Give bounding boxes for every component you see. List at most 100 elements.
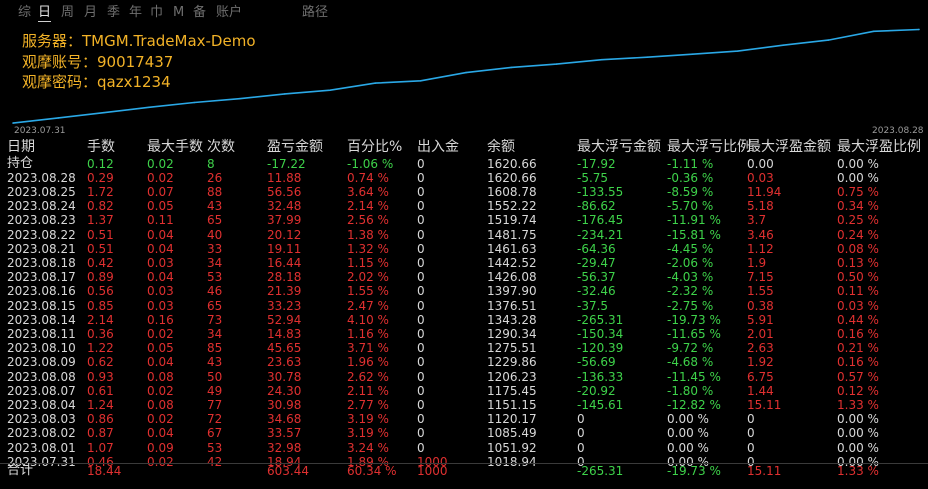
header-mfl[interactable]: 最大浮亏金额 [577, 138, 661, 157]
cell-mflp: -19.73 % [667, 464, 721, 478]
tab-0[interactable]: 综 [18, 5, 31, 21]
cell-maxlots: 0.03 [147, 255, 174, 270]
balance-point [872, 30, 875, 33]
cell-count: 73 [207, 312, 223, 327]
cell-bal: 1481.75 [487, 227, 537, 242]
header-bal[interactable]: 余额 [487, 138, 515, 157]
table-row[interactable]: 2023.08.24 0.82 0.05 43 32.48 2.14 % 0 1552.22 -… [0, 199, 928, 213]
table-row[interactable]: 2023.08.15 0.85 0.03 65 33.23 2.47 % 0 1376.51 -… [0, 299, 928, 313]
balance-point [193, 101, 195, 104]
tab-4[interactable]: 季 [107, 5, 120, 21]
cell-count: 85 [207, 341, 223, 356]
table-row[interactable]: 2023.08.16 0.56 0.03 46 21.39 1.55 % 0 1397.90 -… [0, 284, 928, 298]
table-row[interactable]: 2023.08.28 0.29 0.02 26 11.88 0.74 % 0 1620.66 -… [0, 171, 928, 185]
table-row[interactable]: 2023.08.03 0.86 0.02 72 34.68 3.19 % 0 1120.17 0… [0, 412, 928, 426]
table-row[interactable]: 2023.08.21 0.51 0.04 33 19.11 1.32 % 0 1461.63 -… [0, 242, 928, 256]
cell-io: 0 [417, 298, 425, 313]
tab-5[interactable]: 年 [129, 5, 142, 21]
tab-6[interactable]: 巾 [150, 5, 163, 21]
cell-mfl: -136.33 [577, 369, 624, 384]
cell-lots: 2.14 [87, 312, 114, 327]
tab-2[interactable]: 周 [61, 5, 74, 21]
cell-lots: 18.44 [87, 464, 122, 478]
cell-maxlots: 0.02 [147, 170, 174, 185]
cell-date: 合计 [7, 463, 34, 478]
cell-mfgp: 0.00 % [837, 426, 879, 441]
cell-io: 0 [417, 170, 425, 185]
table-row[interactable]: 2023.08.02 0.87 0.04 67 33.57 3.19 % 0 1085.49 0… [0, 426, 928, 440]
cell-lots: 0.62 [87, 355, 114, 370]
table-row[interactable]: 2023.08.01 1.07 0.09 53 32.98 3.24 % 0 1051.92 0… [0, 441, 928, 455]
cell-io: 1000 [417, 464, 448, 478]
header-mfgp[interactable]: 最大浮盈比例 [837, 138, 921, 157]
header-pct[interactable]: 百分比% [347, 138, 402, 157]
tab-3[interactable]: 月 [84, 5, 97, 21]
table-row[interactable]: 2023.08.18 0.42 0.03 34 16.44 1.15 % 0 1442.52 -… [0, 256, 928, 270]
cell-bal: 1206.23 [487, 369, 537, 384]
table-row[interactable]: 2023.08.23 1.37 0.11 65 37.99 2.56 % 0 1519.74 -… [0, 213, 928, 227]
table-row[interactable]: 2023.08.17 0.89 0.04 53 28.18 2.02 % 0 1426.08 -… [0, 270, 928, 284]
table-row[interactable]: 2023.08.10 1.22 0.05 85 45.65 3.71 % 0 1275.51 -… [0, 341, 928, 355]
cell-mflp: -4.03 % [667, 270, 714, 285]
tab-1[interactable]: 日 [38, 5, 52, 22]
cell-io: 0 [417, 440, 425, 455]
cell-date: 2023.08.11 [7, 326, 76, 341]
cell-mflp: -2.32 % [667, 284, 714, 299]
password-label: 观摩密码：qazx1234 [22, 73, 171, 91]
period-tabs: 综日周月季年巾 M 备账户 路径 [0, 0, 928, 26]
header-date[interactable]: 日期 [7, 138, 35, 157]
total-row[interactable]: 合计 18.44 603.44 60.34 % 1000 -265.31 -19.73 % 1… [0, 463, 928, 478]
header-pnl[interactable]: 盈亏金额 [267, 138, 323, 157]
cell-mfl: -17.92 [577, 156, 616, 171]
cell-pct: 3.64 % [347, 184, 389, 199]
cell-mflp: -8.59 % [667, 184, 714, 199]
balance-point [646, 56, 648, 58]
cell-mflp: -11.65 % [667, 326, 721, 341]
table-row[interactable]: 2023.08.25 1.72 0.07 88 56.56 3.64 % 0 1608.78 -… [0, 185, 928, 199]
header-mflp[interactable]: 最大浮亏比例 [667, 138, 751, 157]
cell-maxlots: 0.03 [147, 298, 174, 313]
table-row[interactable]: 2023.08.22 0.51 0.04 40 20.12 1.38 % 0 1481.75 -… [0, 228, 928, 242]
table-row[interactable]: 2023.08.14 2.14 0.16 73 52.94 4.10 % 0 1343.28 -… [0, 313, 928, 327]
header-io[interactable]: 出入金 [417, 138, 459, 157]
header-lots[interactable]: 手数 [87, 138, 115, 157]
table-row[interactable]: 2023.08.09 0.62 0.04 43 23.63 1.96 % 0 1229.86 -… [0, 355, 928, 369]
table-row[interactable]: 2023.08.04 1.24 0.08 77 30.98 2.77 % 0 1151.15 -… [0, 398, 928, 412]
cell-mfl: -265.31 [577, 464, 624, 478]
cell-pct: 1.96 % [347, 355, 389, 370]
cell-io: 0 [417, 341, 425, 356]
holding-row[interactable]: 持仓 0.12 0.02 8 -17.22 -1.06 % 0 1620.66 -17.92 -1… [0, 156, 928, 171]
tab-8[interactable]: 备 [193, 5, 206, 21]
cell-pnl: 45.65 [267, 341, 302, 356]
tab-10[interactable]: 路径 [302, 5, 328, 21]
cell-mfl: -56.69 [577, 355, 616, 370]
cell-pct: 2.14 % [347, 199, 389, 214]
table-row[interactable]: 2023.08.08 0.93 0.08 50 30.78 2.62 % 0 1206.23 -… [0, 370, 928, 384]
tab-9[interactable]: 账户 [216, 5, 242, 21]
header-count[interactable]: 次数 [207, 138, 235, 157]
cell-maxlots: 0.08 [147, 369, 174, 384]
cell-maxlots: 0.02 [147, 326, 174, 341]
cell-io: 0 [417, 227, 425, 242]
cell-pnl: 603.44 [267, 464, 309, 478]
table-row[interactable]: 2023.08.07 0.61 0.02 49 24.30 2.11 % 0 1175.45 -… [0, 384, 928, 398]
cell-pnl: 14.83 [267, 326, 302, 341]
cell-pnl: 11.88 [267, 170, 302, 185]
cell-date: 2023.08.07 [7, 383, 76, 398]
table-row[interactable]: 2023.08.11 0.36 0.02 34 14.83 1.16 % 0 1290.34 -… [0, 327, 928, 341]
cell-pnl: 23.63 [267, 355, 302, 370]
cell-count: 65 [207, 213, 223, 228]
balance-point [782, 44, 784, 46]
cell-mflp: -12.82 % [667, 397, 721, 412]
header-maxlots[interactable]: 最大手数 [147, 138, 203, 157]
cell-date: 2023.08.03 [7, 412, 76, 427]
cell-mflp: -1.80 % [667, 383, 714, 398]
tab-7[interactable]: M [173, 5, 184, 21]
cell-pct: 2.77 % [347, 397, 389, 412]
cell-lots: 1.72 [87, 184, 114, 199]
cell-io: 0 [417, 397, 425, 412]
header-mfg[interactable]: 最大浮盈金额 [747, 138, 831, 157]
cell-pct: 0.74 % [347, 170, 389, 185]
cell-mfg: 5.18 [747, 199, 774, 214]
cell-date: 2023.08.01 [7, 440, 76, 455]
